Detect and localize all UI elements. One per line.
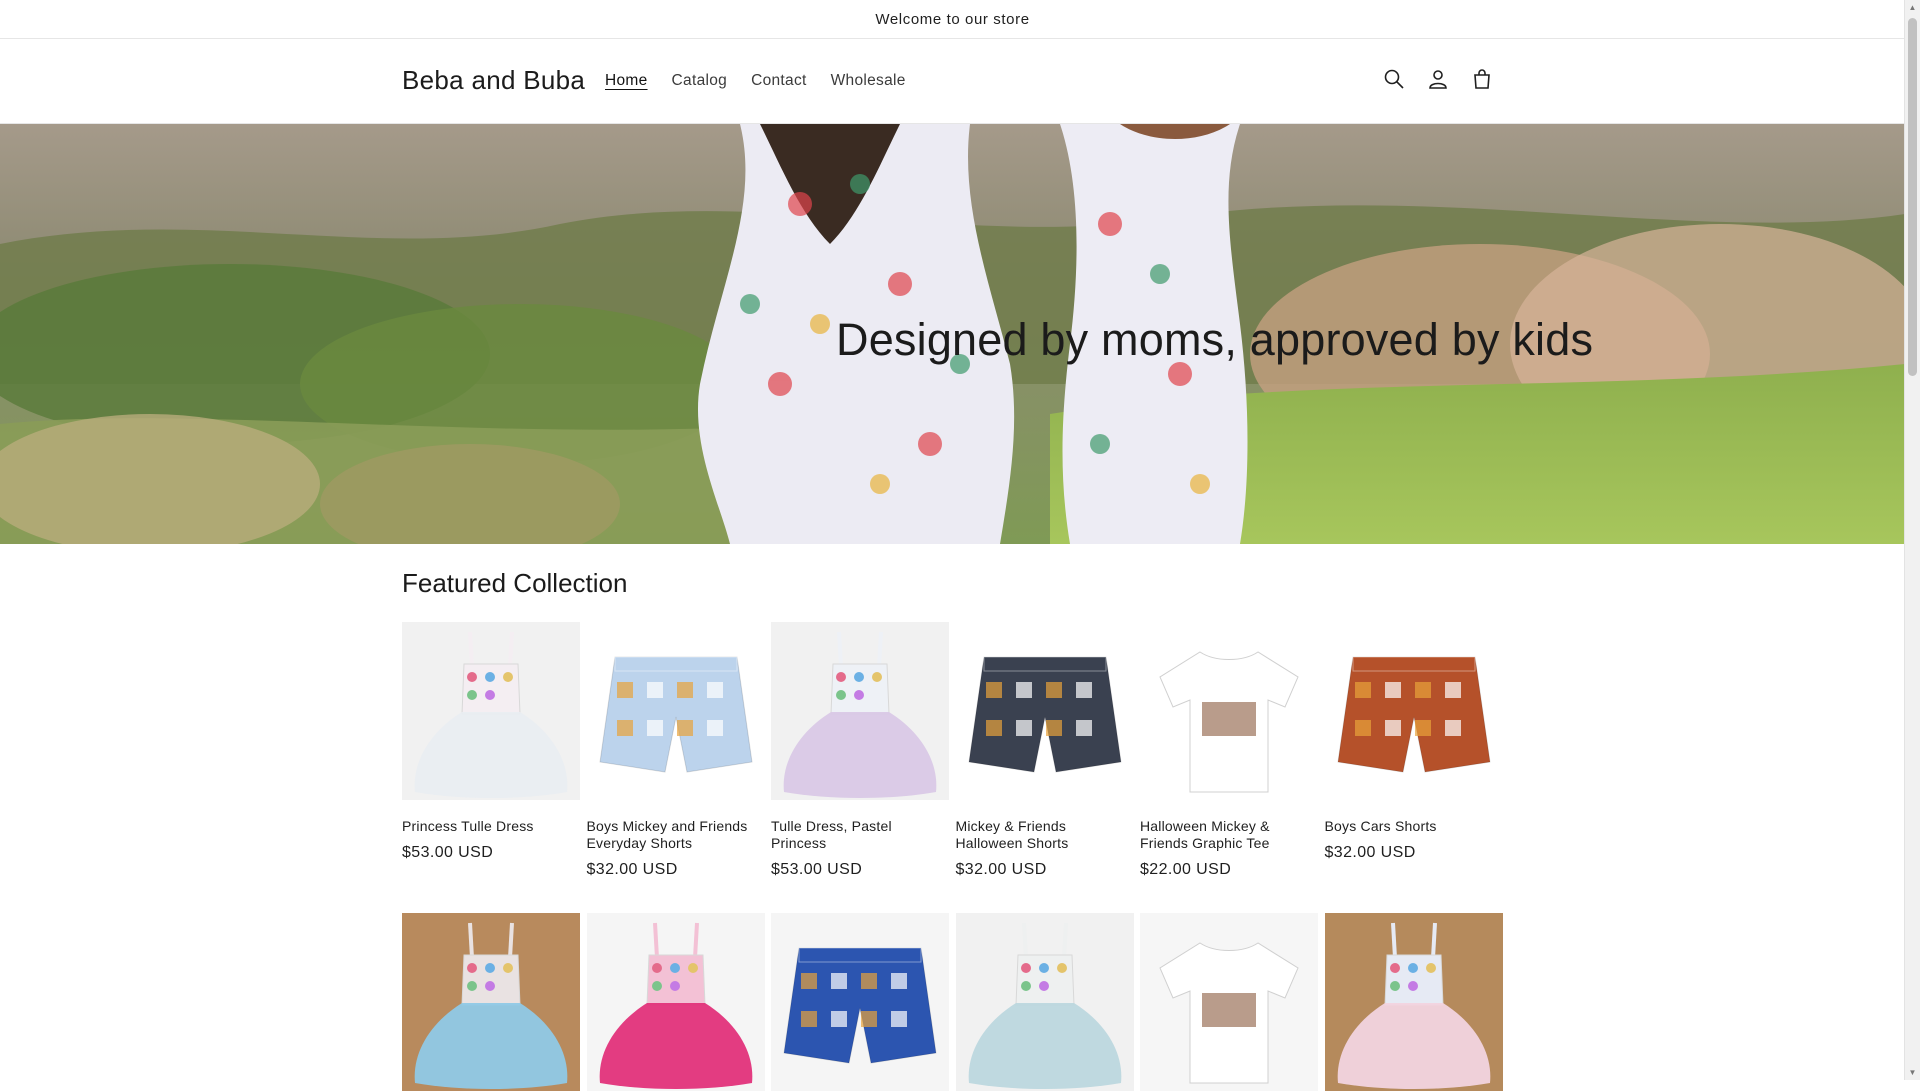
product-image[interactable] <box>1140 622 1318 800</box>
hero-banner: Designed by moms, approved by kids <box>0 124 1905 544</box>
product-card[interactable] <box>955 913 1134 1091</box>
product-image[interactable] <box>771 913 949 1091</box>
product-image[interactable] <box>955 622 1134 800</box>
product-image[interactable] <box>402 622 580 800</box>
announcement-text: Welcome to our store <box>875 10 1030 28</box>
product-image[interactable] <box>586 622 765 800</box>
product-card[interactable]: Princess Tulle Dress $53.00 USD <box>402 622 580 879</box>
product-card[interactable]: Mickey & Friends Halloween Shorts $32.00 … <box>955 622 1134 879</box>
cart-icon[interactable] <box>1468 65 1496 93</box>
product-image[interactable] <box>955 913 1134 1091</box>
product-card[interactable]: Tulle Dress, Pastel Princess $53.00 USD <box>771 622 949 879</box>
product-card[interactable]: Boys Cars Shorts $32.00 USD <box>1324 622 1503 879</box>
product-title[interactable]: Halloween Mickey & Friends Graphic Tee <box>1140 818 1318 852</box>
hero-title: Designed by moms, approved by kids <box>836 314 1594 365</box>
product-image[interactable] <box>1140 913 1318 1091</box>
scroll-up-arrow-icon[interactable]: ▲ <box>1905 0 1920 15</box>
nav-catalog[interactable]: Catalog <box>672 72 728 90</box>
scrollbar-thumb[interactable] <box>1908 18 1917 376</box>
store-logo[interactable]: Beba and Buba <box>402 65 585 96</box>
product-price: $32.00 USD <box>955 861 1047 878</box>
product-card[interactable] <box>1324 913 1503 1091</box>
page-scrollbar[interactable]: ▲ ▼ <box>1904 0 1920 1080</box>
product-image[interactable] <box>771 622 949 800</box>
product-title[interactable]: Princess Tulle Dress <box>402 818 580 835</box>
product-card[interactable] <box>1140 913 1318 1091</box>
product-title[interactable]: Boys Cars Shorts <box>1325 818 1503 835</box>
product-image[interactable] <box>402 913 580 1091</box>
product-image[interactable] <box>1324 913 1503 1091</box>
search-icon[interactable] <box>1380 65 1408 93</box>
product-price: $53.00 USD <box>771 861 863 878</box>
product-title[interactable]: Mickey & Friends Halloween Shorts <box>956 818 1134 852</box>
account-icon[interactable] <box>1424 65 1452 93</box>
product-grid: Princess Tulle Dress $53.00 USD Boys Micke… <box>402 622 1503 1091</box>
product-price: $53.00 USD <box>402 844 494 861</box>
product-card[interactable] <box>586 913 765 1091</box>
product-price: $32.00 USD <box>586 861 678 878</box>
product-card[interactable] <box>402 913 580 1091</box>
nav-wholesale[interactable]: Wholesale <box>831 72 906 90</box>
product-card[interactable] <box>771 913 949 1091</box>
product-title[interactable]: Tulle Dress, Pastel Princess <box>771 818 949 852</box>
main-nav: Home Catalog Contact Wholesale <box>605 72 930 90</box>
product-card[interactable]: Boys Mickey and Friends Everyday Shorts $… <box>586 622 765 879</box>
site-header: Beba and Buba Home Catalog Contact Whole… <box>0 39 1905 124</box>
featured-collection-title: Featured Collection <box>402 568 628 598</box>
announcement-bar: Welcome to our store <box>0 0 1905 39</box>
product-price: $22.00 USD <box>1140 861 1232 878</box>
product-image[interactable] <box>586 913 765 1091</box>
product-title[interactable]: Boys Mickey and Friends Everyday Shorts <box>587 818 765 852</box>
scroll-down-arrow-icon[interactable]: ▼ <box>1905 1065 1920 1080</box>
header-icons <box>1380 65 1496 93</box>
nav-home[interactable]: Home <box>605 72 648 90</box>
product-image[interactable] <box>1324 622 1503 800</box>
product-card[interactable]: Halloween Mickey & Friends Graphic Tee $2… <box>1140 622 1318 879</box>
product-price: $32.00 USD <box>1324 844 1416 861</box>
nav-contact[interactable]: Contact <box>751 72 807 90</box>
